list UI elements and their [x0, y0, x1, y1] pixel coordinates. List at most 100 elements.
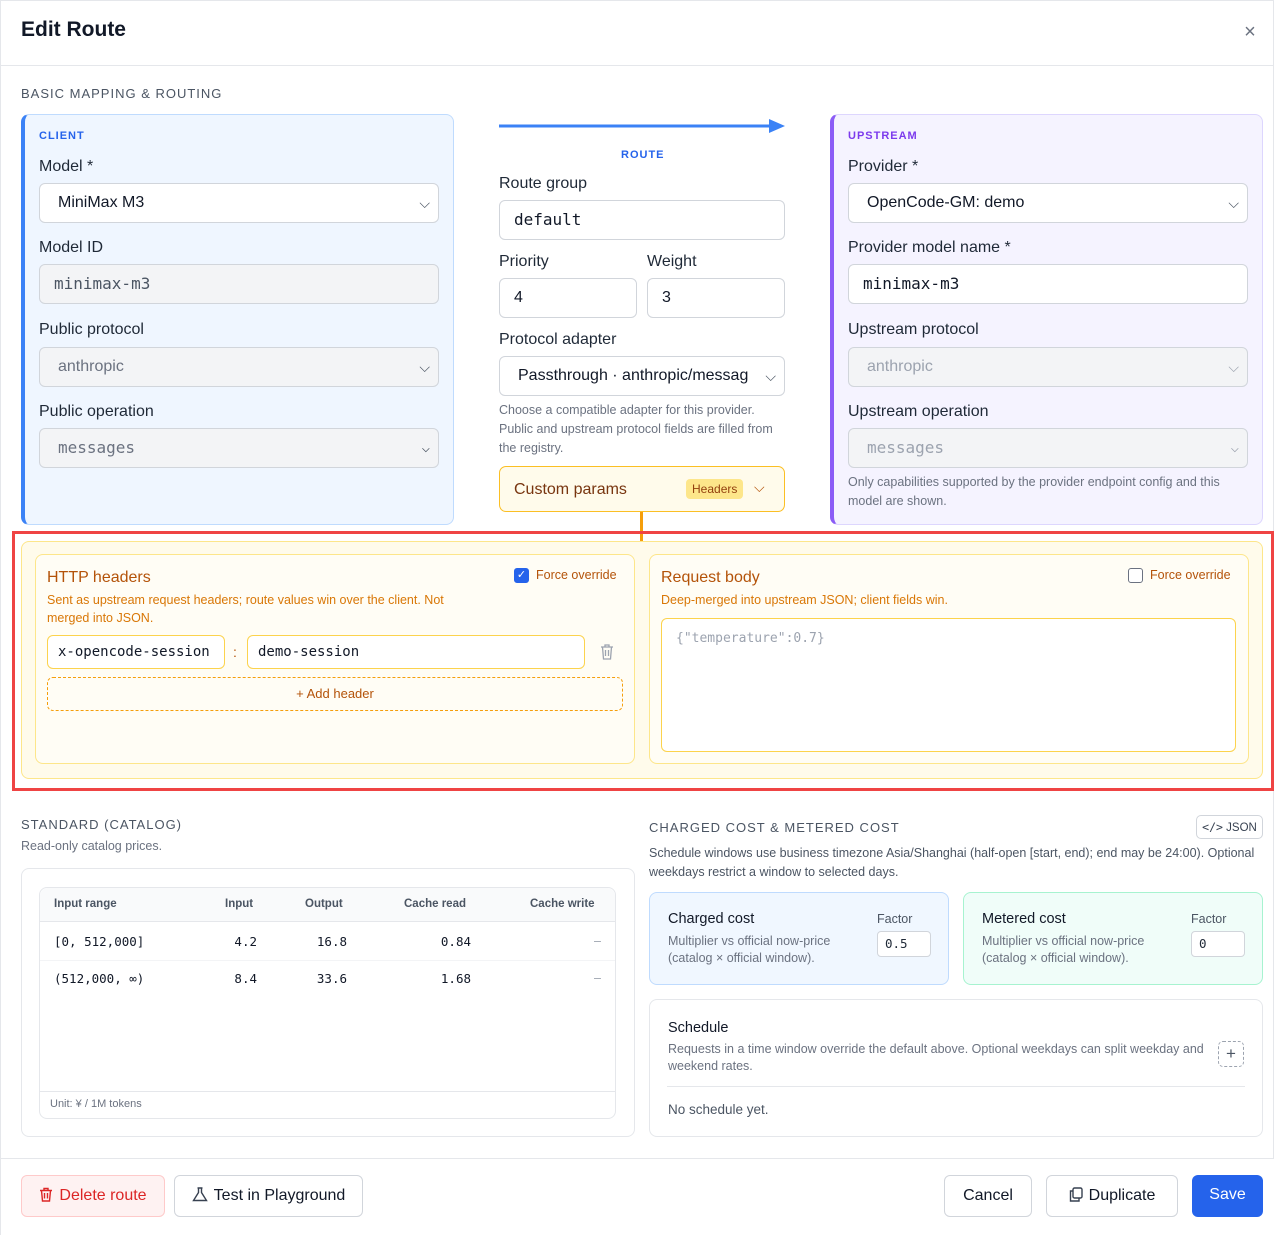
protocol-adapter-hint: Choose a compatible adapter for this pro…: [499, 403, 773, 455]
col-input: Input: [225, 898, 254, 910]
custom-params-toggle[interactable]: Custom params Headers ⌵: [499, 466, 785, 512]
upstream-tag: UPSTREAM: [848, 130, 918, 142]
upstream-operation-select[interactable]: messages ⌵: [848, 428, 1248, 468]
protocol-adapter-label: Protocol adapter: [499, 331, 617, 348]
route-arrow-icon: [499, 119, 785, 133]
chevron-down-icon: ⌵: [419, 195, 430, 211]
col-input-range: Input range: [54, 898, 117, 910]
edit-route-dialog: Edit Route × BASIC MAPPING & ROUTING CLI…: [0, 0, 1274, 1235]
provider-label: Provider *: [848, 158, 919, 175]
chevron-down-icon: ⌵: [1228, 195, 1239, 211]
copy-icon: [1069, 1187, 1083, 1202]
public-operation-value: messages: [58, 438, 136, 457]
dialog-title: Edit Route: [21, 18, 126, 41]
table-cell: 0.84: [440, 934, 471, 949]
provider-select[interactable]: OpenCode-GM: demo ⌵: [848, 183, 1248, 223]
table-cell: 4.2: [234, 934, 257, 949]
public-protocol-select[interactable]: anthropic ⌵: [39, 347, 439, 387]
chevron-down-icon: ⌵: [419, 359, 430, 375]
schedule-divider: [667, 1086, 1245, 1087]
schedule-title: Schedule: [668, 1020, 729, 1036]
public-operation-label: Public operation: [39, 403, 154, 420]
public-protocol-value: anthropic: [58, 358, 124, 375]
chevron-down-icon: ⌵: [754, 479, 765, 495]
upstream-protocol-select[interactable]: anthropic ⌵: [848, 347, 1248, 387]
model-id-label: Model ID: [39, 239, 104, 256]
metered-cost-title: Metered cost: [982, 911, 1066, 927]
col-cache-write: Cache write: [530, 898, 595, 910]
json-button[interactable]: </> JSON: [1196, 815, 1263, 839]
metered-factor-input[interactable]: 0: [1191, 931, 1245, 957]
upstream-protocol-value: anthropic: [867, 358, 933, 375]
trash-icon: [40, 1187, 53, 1202]
chevron-down-icon: ⌵: [421, 440, 430, 456]
charged-cost-title: Charged cost: [668, 911, 755, 927]
public-operation-select[interactable]: messages ⌵: [39, 428, 439, 468]
cost-desc: Schedule windows use business timezone A…: [649, 846, 1255, 879]
chevron-down-icon: ⌵: [1228, 359, 1239, 375]
test-playground-label: Test in Playground: [213, 1187, 346, 1204]
highlight-frame: [12, 531, 1274, 791]
table-cell: –: [594, 971, 601, 985]
route-tag: ROUTE: [621, 149, 665, 161]
col-cache-read: Cache read: [404, 898, 467, 910]
table-cell: –: [594, 934, 601, 948]
chevron-down-icon: ⌵: [761, 357, 776, 395]
weight-input[interactable]: 3: [647, 278, 785, 318]
client-tag: CLIENT: [39, 130, 85, 142]
row-divider: [40, 960, 615, 961]
schedule-desc: Requests in a time window override the d…: [668, 1042, 1204, 1073]
table-cell: 33.6: [316, 971, 347, 986]
flask-icon: [191, 1187, 208, 1202]
custom-params-label: Custom params: [514, 481, 627, 498]
protocol-adapter-select[interactable]: Passthrough · anthropic/messag ⌵: [499, 356, 785, 396]
weight-label: Weight: [647, 253, 697, 270]
charged-cost-desc: Multiplier vs official now-price (catalo…: [668, 934, 831, 965]
close-icon[interactable]: ×: [1239, 21, 1261, 43]
metered-cost-desc: Multiplier vs official now-price (catalo…: [982, 934, 1145, 965]
code-icon: </>: [1202, 820, 1223, 834]
charged-factor-label: Factor: [877, 912, 913, 926]
upstream-protocol-label: Upstream protocol: [848, 321, 979, 338]
route-group-label: Route group: [499, 175, 588, 192]
headers-badge: Headers: [686, 479, 744, 499]
provider-select-value: OpenCode-GM: demo: [867, 194, 1025, 211]
duplicate-label: Duplicate: [1088, 1187, 1156, 1204]
model-label: Model *: [39, 158, 94, 175]
model-id-input[interactable]: minimax-m3: [39, 264, 439, 304]
table-cell: 8.4: [234, 971, 257, 986]
add-schedule-button[interactable]: +: [1218, 1041, 1244, 1067]
upstream-operation-label: Upstream operation: [848, 403, 989, 420]
cost-section-title: CHARGED COST & METERED COST: [649, 820, 900, 835]
metered-factor-label: Factor: [1191, 912, 1227, 926]
col-output: Output: [305, 898, 343, 910]
schedule-empty: No schedule yet.: [668, 1102, 769, 1117]
catalog-unit: Unit: ¥ / 1M tokens: [50, 1098, 142, 1110]
route-group-input[interactable]: default: [499, 200, 785, 240]
duplicate-button[interactable]: Duplicate: [1046, 1175, 1178, 1217]
upstream-operation-value: messages: [867, 438, 945, 457]
delete-route-button[interactable]: Delete route: [21, 1175, 165, 1217]
table-footer-divider: [40, 1091, 615, 1092]
model-select-value: MiniMax M3: [58, 194, 145, 211]
catalog-section-title: STANDARD (CATALOG): [21, 817, 183, 832]
priority-input[interactable]: 4: [499, 278, 637, 318]
table-cell: 1.68: [440, 971, 471, 986]
provider-model-name-label: Provider model name *: [848, 239, 1011, 256]
delete-route-label: Delete route: [59, 1187, 147, 1204]
save-button[interactable]: Save: [1192, 1175, 1263, 1217]
charged-factor-input[interactable]: 0.5: [877, 931, 931, 957]
table-cell: [0, 512,000]: [54, 934, 145, 949]
provider-model-name-input[interactable]: minimax-m3: [848, 264, 1248, 304]
table-cell: 16.8: [316, 934, 347, 949]
json-button-label: JSON: [1226, 822, 1257, 834]
model-select[interactable]: MiniMax M3 ⌵: [39, 183, 439, 223]
public-protocol-label: Public protocol: [39, 321, 144, 338]
catalog-desc: Read-only catalog prices.: [21, 839, 163, 853]
upstream-hint: Only capabilities supported by the provi…: [848, 475, 1220, 508]
basic-section-title: BASIC MAPPING & ROUTING: [21, 86, 223, 101]
chevron-down-icon: ⌵: [1230, 440, 1239, 456]
cancel-button[interactable]: Cancel: [944, 1175, 1032, 1217]
table-cell: (512,000, ∞): [54, 971, 145, 986]
test-playground-button[interactable]: Test in Playground: [174, 1175, 363, 1217]
